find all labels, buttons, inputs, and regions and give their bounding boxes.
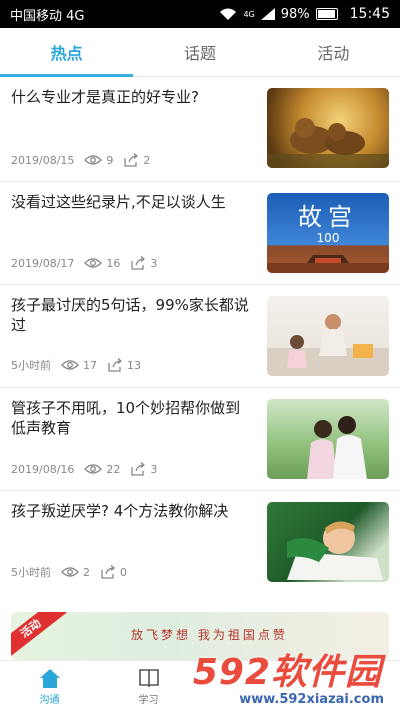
wifi-icon <box>220 8 237 20</box>
news-meta: 5小时前 17 13 <box>11 357 141 373</box>
news-item[interactable]: 管孩子不用吼，10个妙招帮你做到低声教育 2019/08/16 22 3 <box>0 388 400 491</box>
view-count: 17 <box>83 358 97 372</box>
news-date: 5小时前 <box>11 566 51 579</box>
news-meta: 5小时前 2 0 <box>11 564 127 580</box>
nav-communicate[interactable]: 沟通 <box>12 661 87 711</box>
news-title: 没看过这些纪录片,不足以谈人生 <box>11 193 226 211</box>
tab-hot[interactable]: 热点 <box>0 28 133 76</box>
view-count: 22 <box>106 462 121 476</box>
news-meta: 2019/08/15 9 2 <box>11 153 150 167</box>
battery-icon <box>315 8 338 20</box>
nav-communicate-label: 沟通 <box>39 694 60 706</box>
news-title: 什么专业才是真正的好专业? <box>11 88 199 106</box>
thumbnail-title: 故宫 <box>298 203 358 231</box>
book-icon <box>138 668 159 687</box>
news-thumbnail-mother-daughter <box>267 399 389 479</box>
news-thumbnail-lions <box>267 88 389 168</box>
eye-icon <box>84 464 103 474</box>
news-item[interactable]: 什么专业才是真正的好专业? 2019/08/15 9 2 <box>0 77 400 182</box>
eye-icon <box>61 360 79 370</box>
news-thumbnail-forbidden-city: 故宫 100 <box>267 193 389 273</box>
nav-study[interactable]: 学习 <box>111 661 186 711</box>
news-date: 2019/08/15 <box>11 153 75 167</box>
news-list: 什么专业才是真正的好专业? 2019/08/15 9 2 没看过这些纪录片,不足… <box>0 77 400 594</box>
news-title: 管孩子不用吼，10个妙招帮你做到低声教育 <box>11 399 241 437</box>
cell-signal-icon <box>260 8 275 20</box>
view-count: 9 <box>106 153 114 167</box>
share-count: 0 <box>120 565 127 579</box>
news-title: 孩子最讨厌的5句话，99%家长都说过 <box>11 296 249 334</box>
home-icon <box>39 668 60 688</box>
network-type-label: 4G <box>243 9 255 19</box>
news-item[interactable]: 孩子最讨厌的5句话，99%家长都说过 5小时前 17 13 <box>0 285 400 388</box>
news-title: 孩子叛逆厌学? 4个方法教你解决 <box>11 502 229 520</box>
eye-icon <box>61 567 79 577</box>
news-date: 5小时前 <box>11 359 51 372</box>
thumbnail-number: 100 <box>316 231 340 245</box>
share-count: 3 <box>150 256 158 270</box>
news-thumbnail-sleeping-boy <box>267 502 389 582</box>
view-count: 16 <box>106 256 121 270</box>
news-date: 2019/08/17 <box>11 256 75 270</box>
eye-icon <box>84 155 103 165</box>
tab-topics[interactable]: 话题 <box>133 28 266 76</box>
tab-activities[interactable]: 活动 <box>267 28 400 76</box>
banner-ribbon: 活动 <box>11 612 67 660</box>
share-count: 13 <box>127 358 141 372</box>
eye-icon <box>84 258 103 268</box>
watermark-url: www.592xiazai.com <box>239 692 384 707</box>
news-date: 2019/08/16 <box>11 462 75 476</box>
share-icon <box>131 462 146 476</box>
banner-text: 放飞梦想 我为祖国点赞 <box>131 628 288 642</box>
share-count: 2 <box>143 153 151 167</box>
status-bar: 中国移动 4G 4G 98% 15:45 <box>0 0 400 28</box>
news-item[interactable]: 没看过这些纪录片,不足以谈人生 2019/08/17 16 3 故宫 100 <box>0 182 400 285</box>
share-icon <box>108 358 123 372</box>
view-count: 2 <box>83 565 90 579</box>
share-icon <box>131 256 146 270</box>
share-icon <box>101 565 116 579</box>
news-item[interactable]: 孩子叛逆厌学? 4个方法教你解决 5小时前 2 0 <box>0 491 400 594</box>
site-watermark: 592软件园 www.592xiazai.com <box>184 643 394 707</box>
watermark-brand: 592软件园 <box>192 652 382 693</box>
share-count: 3 <box>150 462 158 476</box>
clock: 15:45 <box>349 6 390 22</box>
battery-percent: 98% <box>280 6 310 22</box>
share-icon <box>124 153 139 167</box>
news-meta: 2019/08/16 22 3 <box>11 462 157 476</box>
carrier-label: 中国移动 4G <box>10 8 85 24</box>
top-tabs: 热点 话题 活动 <box>0 28 400 77</box>
news-meta: 2019/08/17 16 3 <box>11 256 157 270</box>
news-thumbnail-parent-child <box>267 296 389 376</box>
nav-study-label: 学习 <box>138 694 159 706</box>
